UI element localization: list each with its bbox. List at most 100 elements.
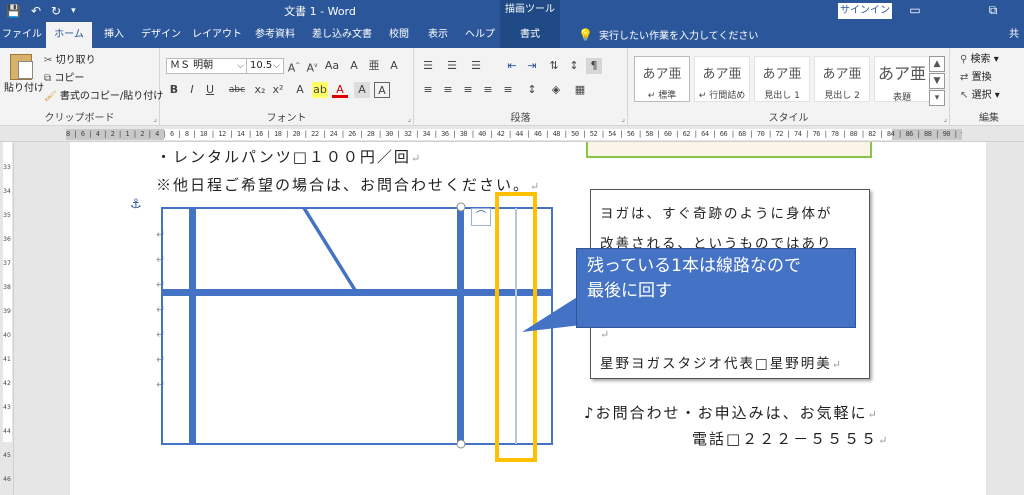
character-shading-icon[interactable]: A — [354, 82, 370, 98]
style-name: 表題 — [892, 93, 911, 103]
styles-scroll-up-icon[interactable]: ▲ — [929, 56, 945, 72]
dialog-launcher-icon[interactable]: ⌟ — [621, 114, 625, 123]
multilevel-list-icon[interactable]: ☰ — [468, 58, 484, 74]
find-button[interactable]: ⚲ 検索 ▾ — [960, 53, 999, 67]
tab-layout[interactable]: レイアウト — [190, 22, 244, 48]
highlight-icon[interactable]: ab — [312, 82, 328, 98]
copy-button[interactable]: ⧉ コピー — [44, 72, 84, 86]
callout-line-2: 最後に回す — [587, 281, 672, 301]
superscript-button[interactable]: x² — [270, 82, 286, 98]
annotation-callout[interactable]: 残っている1本は線路なので 最後に回す — [576, 248, 856, 328]
align-left-icon[interactable]: ≡ — [420, 82, 436, 98]
text-direction-icon[interactable]: ⇅ — [546, 58, 562, 74]
paste-icon[interactable] — [10, 54, 33, 80]
phonetic-guide-icon[interactable]: 亜 — [366, 58, 382, 74]
signin-button[interactable]: サインイン — [838, 3, 892, 19]
character-border-icon[interactable]: A — [374, 82, 390, 98]
restore-window-icon[interactable]: ⧉ — [978, 1, 1008, 19]
strikethrough-button[interactable]: abc — [226, 82, 248, 98]
tab-format[interactable]: 書式 — [500, 22, 560, 48]
shrink-font-icon[interactable]: Av — [304, 58, 320, 75]
tab-review[interactable]: 校閲 — [382, 22, 416, 48]
increase-indent-icon[interactable]: ⇥ — [524, 58, 540, 74]
line-spacing-icon[interactable]: ↕ — [524, 82, 540, 98]
style-normal[interactable]: あア亜 ↵ 標準 — [634, 56, 690, 102]
tab-file[interactable]: ファイル — [0, 22, 44, 48]
vruler-number: 46 — [3, 476, 11, 483]
replace-button[interactable]: ⇄ 置換 — [960, 71, 992, 85]
tab-design[interactable]: デザイン — [136, 22, 186, 48]
road-diagonal[interactable] — [302, 207, 357, 291]
font-size-select[interactable]: 10.5 ⌵ — [246, 58, 284, 74]
font-size-value: 10.5 — [250, 60, 273, 71]
vruler-number: 42 — [3, 380, 11, 387]
numbering-icon[interactable]: ☰ — [444, 58, 460, 74]
dialog-launcher-icon[interactable]: ⌟ — [943, 114, 947, 123]
clear-formatting-icon[interactable]: A — [346, 58, 362, 74]
style-no-spacing[interactable]: あア亜 ↵ 行間詰め — [694, 56, 750, 102]
group-clipboard: 貼り付け ✂ 切り取り ⧉ コピー 🖌 書式のコピー/貼り付け クリップボード … — [0, 48, 163, 126]
doc-line-phone[interactable]: 電話□２２２－５５５５↵ — [692, 428, 889, 449]
style-sample: あア亜 — [642, 67, 682, 82]
subscript-button[interactable]: x₂ — [252, 82, 268, 98]
callout-line-1: 残っている1本は線路なので — [587, 256, 801, 276]
font-color-button[interactable]: A — [332, 82, 348, 98]
dialog-launcher-icon[interactable]: ⌟ — [153, 114, 157, 123]
tab-help[interactable]: ヘルプ — [460, 22, 500, 48]
dialog-launcher-icon[interactable]: ⌟ — [407, 114, 411, 123]
show-marks-icon[interactable]: ¶ — [586, 58, 602, 74]
cut-button[interactable]: ✂ 切り取り — [44, 54, 96, 68]
italic-button[interactable]: I — [184, 82, 200, 98]
underline-button[interactable]: U — [202, 82, 218, 98]
justify-icon[interactable]: ≡ — [480, 82, 496, 98]
tab-mailings[interactable]: 差し込み文書 — [306, 22, 378, 48]
vruler-number: 44 — [3, 428, 11, 435]
road-vertical-right[interactable] — [457, 208, 464, 444]
bold-button[interactable]: B — [166, 82, 182, 98]
road-vertical-left[interactable] — [189, 208, 196, 444]
enclose-characters-icon[interactable]: A — [386, 58, 402, 74]
railway-line[interactable] — [515, 208, 517, 444]
align-center-icon[interactable]: ≡ — [440, 82, 456, 98]
select-button[interactable]: ↖ 選択 ▾ — [960, 89, 1000, 103]
align-right-icon[interactable]: ≡ — [460, 82, 476, 98]
format-painter-button[interactable]: 🖌 書式のコピー/貼り付け — [44, 90, 163, 104]
grow-font-icon[interactable]: A^ — [286, 58, 302, 75]
tab-home[interactable]: ホーム — [46, 22, 92, 48]
change-case-icon[interactable]: Aa — [324, 58, 340, 74]
vruler-number: 37 — [3, 260, 11, 267]
style-heading-2[interactable]: あア亜 見出し 2 — [814, 56, 870, 102]
styles-scroll-down-icon[interactable]: ▼ — [929, 73, 945, 89]
styles-more-icon[interactable]: ▾ — [929, 90, 945, 106]
paste-button[interactable]: 貼り付け — [4, 82, 44, 96]
decrease-indent-icon[interactable]: ⇤ — [504, 58, 520, 74]
group-label-font: フォント — [266, 113, 307, 124]
borders-icon[interactable]: ▦ — [572, 82, 588, 98]
doc-line-contact[interactable]: ♪お問合わせ・お申込みは、お気軽に↵ — [584, 402, 879, 423]
tab-insert[interactable]: 挿入 — [96, 22, 132, 48]
map-frame[interactable] — [161, 207, 553, 445]
layout-options-icon[interactable]: ⌒ — [471, 208, 491, 226]
style-title[interactable]: あア亜 表題 — [874, 56, 930, 103]
font-name-select[interactable]: ＭＳ 明朝 ⌵ — [166, 58, 248, 74]
distributed-icon[interactable]: ≡ — [500, 82, 516, 98]
replace-icon: ⇄ — [960, 72, 969, 83]
selection-handle[interactable] — [456, 439, 466, 449]
text-effects-icon[interactable]: A — [292, 82, 308, 98]
document-page[interactable]: ・レンタルパンツ□１００円／回↵ ※他日程ご希望の場合は、お問合わせください。↵… — [70, 142, 986, 495]
shading-icon[interactable]: ◈ — [548, 82, 564, 98]
style-sample: あア亜 — [877, 64, 926, 83]
tab-references[interactable]: 参考資料 — [248, 22, 302, 48]
horizontal-ruler[interactable]: 8 | 6 | 4 | 2 | 1 | 2 | 4 | 6 | 8 | 10 |… — [0, 126, 1024, 142]
selection-handle[interactable] — [456, 202, 466, 212]
road-horizontal[interactable] — [162, 289, 552, 296]
vertical-ruler[interactable]: 33 34 35 36 37 38 39 40 41 42 43 44 45 4… — [0, 142, 14, 495]
ribbon-display-options-icon[interactable]: ▭ — [900, 1, 930, 19]
tab-view[interactable]: 表示 — [420, 22, 456, 48]
copy-icon: ⧉ — [44, 73, 52, 84]
tell-me-box[interactable]: 💡 実行したい作業を入力してください — [578, 22, 758, 48]
style-heading-1[interactable]: あア亜 見出し 1 — [754, 56, 810, 102]
user-initial[interactable]: 共 — [1004, 22, 1024, 48]
bullets-icon[interactable]: ☰ — [420, 58, 436, 74]
sort-icon[interactable]: ↕ — [566, 58, 582, 74]
